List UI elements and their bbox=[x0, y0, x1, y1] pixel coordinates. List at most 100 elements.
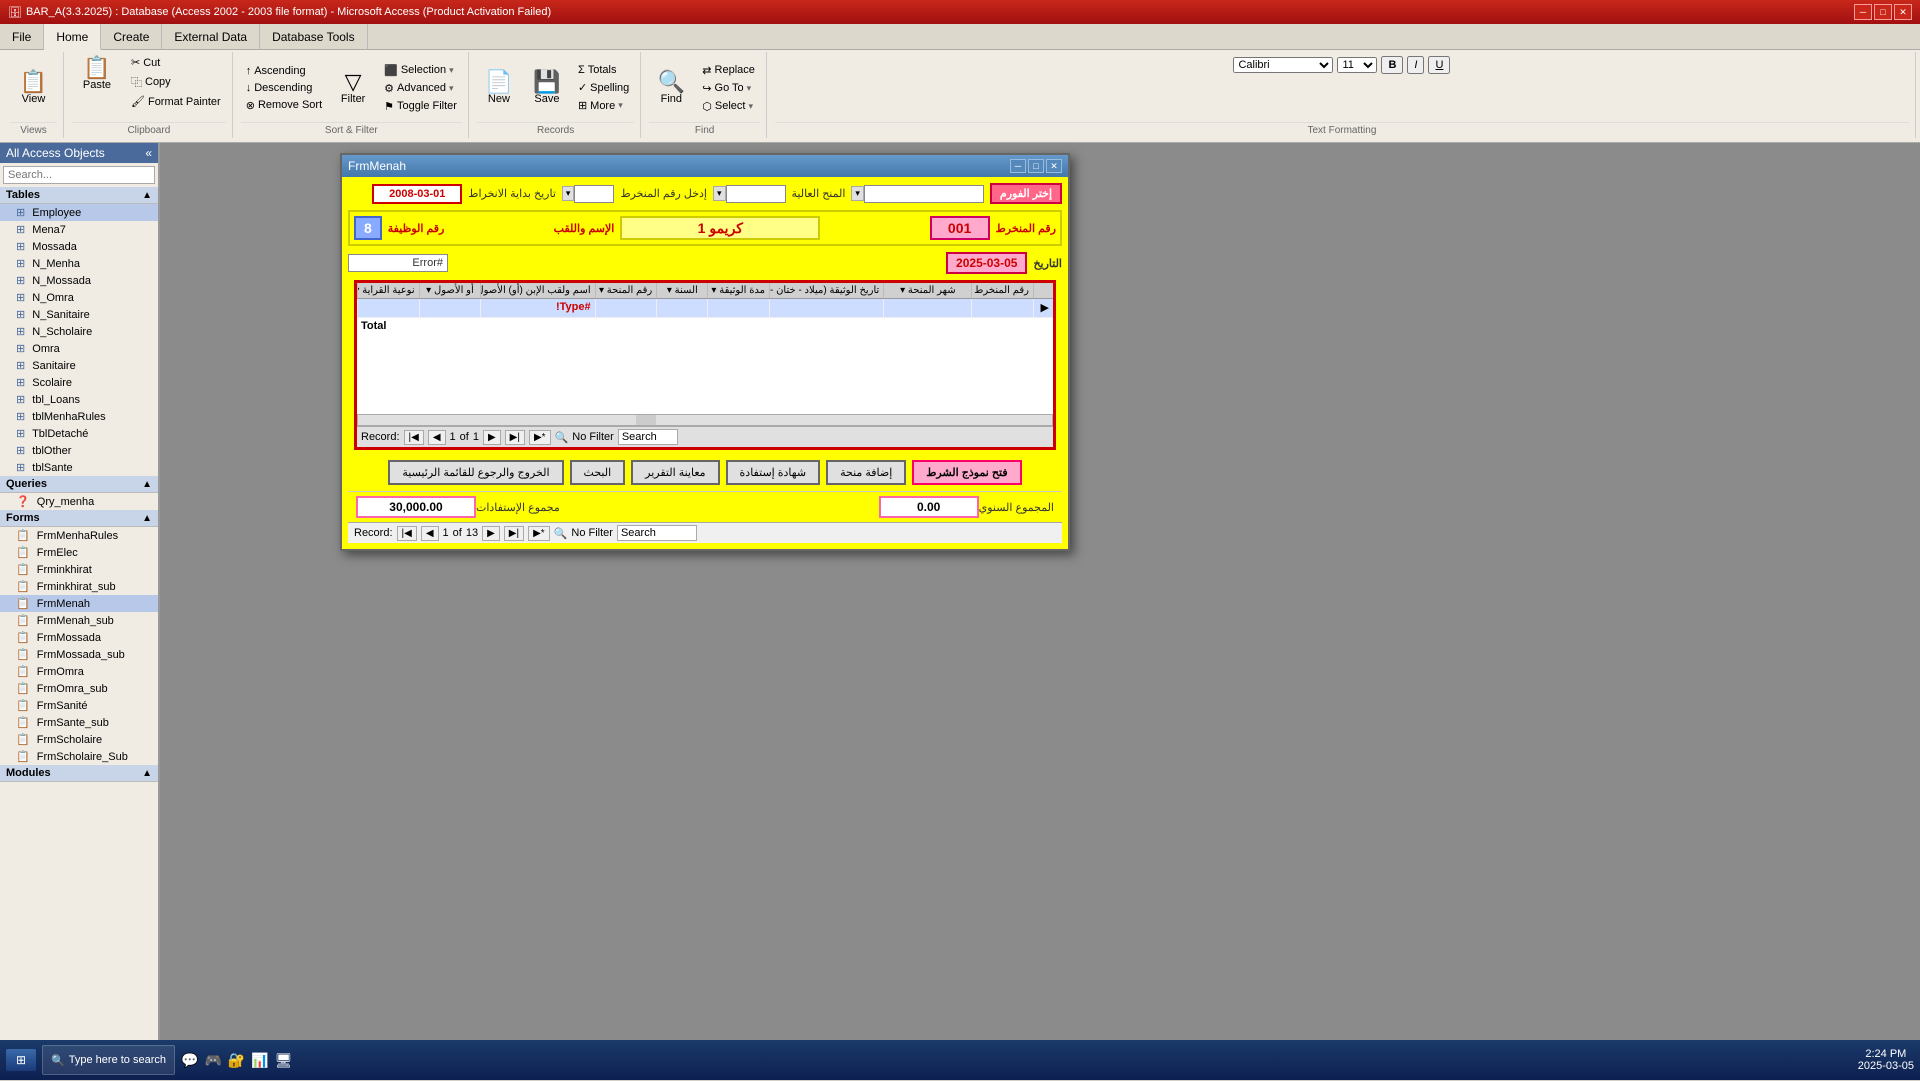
goto-button[interactable]: ↪ Go To ▾ bbox=[697, 80, 760, 97]
view-button[interactable]: 📋 View bbox=[12, 68, 56, 108]
nav-first-button[interactable]: |◀ bbox=[404, 430, 424, 445]
bottom-nav-last-button[interactable]: ▶| bbox=[504, 526, 524, 541]
nav-item-frmomra[interactable]: 📋 FrmOmra bbox=[0, 663, 158, 680]
section-header-tables[interactable]: Tables ▲ bbox=[0, 187, 158, 204]
filter-button[interactable]: ▽ Filter bbox=[331, 68, 375, 108]
nav-item-frm-menha-rules[interactable]: 📋 FrmMenhaRules bbox=[0, 527, 158, 544]
nav-item-qry-menha[interactable]: ❓ Qry_menha bbox=[0, 493, 158, 510]
remove-sort-button[interactable]: ⊗ Remove Sort bbox=[241, 97, 327, 114]
col-grant-num-sort-icon[interactable]: ▾ bbox=[599, 285, 604, 296]
tab-file[interactable]: File bbox=[0, 24, 44, 49]
col-year-sort-icon[interactable]: ▾ bbox=[667, 285, 672, 296]
bottom-nav-new-button[interactable]: ▶* bbox=[528, 526, 550, 541]
nav-item-mena7[interactable]: ⊞ Mena7 bbox=[0, 221, 158, 238]
search-taskbar[interactable]: 🔍 Type here to search bbox=[42, 1045, 175, 1075]
nav-item-frmmossada-sub[interactable]: 📋 FrmMossada_sub bbox=[0, 646, 158, 663]
font-select[interactable]: Calibri bbox=[1233, 57, 1333, 73]
nav-item-frmmenah[interactable]: 📋 FrmMenah bbox=[0, 595, 158, 612]
search-input[interactable] bbox=[3, 166, 155, 184]
more-button[interactable]: ⊞ More ▾ bbox=[573, 97, 634, 114]
add-grant-button[interactable]: إضافة منحة bbox=[826, 460, 906, 485]
nav-item-tbl-loans[interactable]: ⊞ tbl_Loans bbox=[0, 391, 158, 408]
taskbar-icon-3[interactable]: 🔐 bbox=[228, 1052, 245, 1069]
toggle-filter-button[interactable]: ⚑ Toggle Filter bbox=[379, 98, 462, 115]
bottom-search-input[interactable] bbox=[617, 525, 697, 541]
section-header-queries[interactable]: Queries ▲ bbox=[0, 476, 158, 493]
nav-item-frmmossada[interactable]: 📋 FrmMossada bbox=[0, 629, 158, 646]
taskbar-icon-1[interactable]: 💬 bbox=[181, 1052, 198, 1069]
report-button[interactable]: معاينة التقرير bbox=[631, 460, 719, 485]
col-month-sort-icon[interactable]: ▾ bbox=[900, 285, 905, 296]
paste-button[interactable]: 📋 Paste bbox=[72, 54, 122, 94]
nav-item-frmmenah-sub[interactable]: 📋 FrmMenah_sub bbox=[0, 612, 158, 629]
sum-total-input[interactable] bbox=[356, 496, 476, 518]
name-input[interactable] bbox=[620, 216, 820, 240]
error-input[interactable] bbox=[348, 254, 448, 272]
nav-item-frminkhirat[interactable]: 📋 Frminkhirat bbox=[0, 561, 158, 578]
date-start-input[interactable] bbox=[574, 185, 614, 203]
descending-button[interactable]: ↓ Descending bbox=[241, 80, 327, 96]
col-type-sort-icon[interactable]: ▾ bbox=[357, 285, 359, 296]
panel-collapse-icon[interactable]: « bbox=[145, 146, 152, 160]
bottom-nav-first-button[interactable]: |◀ bbox=[397, 526, 417, 541]
start-button[interactable]: ⊞ bbox=[6, 1049, 36, 1071]
nav-item-omra[interactable]: ⊞ Omra bbox=[0, 340, 158, 357]
copy-button[interactable]: ⿻ Copy bbox=[126, 72, 226, 92]
tab-home[interactable]: Home bbox=[44, 24, 101, 50]
replace-button[interactable]: ⇄ Replace bbox=[697, 62, 760, 79]
bold-button[interactable]: B bbox=[1381, 56, 1403, 74]
taskbar-icon-5[interactable]: 🖥 bbox=[275, 1052, 293, 1069]
employee-num-input[interactable] bbox=[726, 185, 786, 203]
nav-last-button[interactable]: ▶| bbox=[505, 430, 525, 445]
form-minimize-button[interactable]: ─ bbox=[1010, 159, 1026, 173]
minimize-button[interactable]: ─ bbox=[1854, 4, 1872, 20]
font-size-select[interactable]: 11 bbox=[1337, 57, 1377, 73]
grant-combo-arrow[interactable]: ▾ bbox=[851, 186, 864, 201]
nav-item-tbl-sante[interactable]: ⊞ tblSante bbox=[0, 459, 158, 476]
select-button[interactable]: ⬡ Select ▾ bbox=[697, 98, 760, 115]
nav-item-frmomra-sub[interactable]: 📋 FrmOmra_sub bbox=[0, 680, 158, 697]
nav-item-tbl-other[interactable]: ⊞ tblOther bbox=[0, 442, 158, 459]
nav-new-button[interactable]: ▶* bbox=[529, 430, 551, 445]
new-button[interactable]: 📄 New bbox=[477, 68, 521, 108]
selection-button[interactable]: ⬛ Selection ▾ bbox=[379, 62, 462, 79]
nav-item-tbl-menha-rules[interactable]: ⊞ tblMenhaRules bbox=[0, 408, 158, 425]
form-close-button[interactable]: ✕ bbox=[1046, 159, 1062, 173]
nav-item-n-menha[interactable]: ⊞ N_Menha bbox=[0, 255, 158, 272]
nav-next-button[interactable]: ▶ bbox=[483, 430, 501, 445]
taskbar-icon-2[interactable]: 🎮 bbox=[204, 1052, 221, 1069]
nav-prev-button[interactable]: ◀ bbox=[428, 430, 446, 445]
nav-item-n-scholaire[interactable]: ⊞ N_Scholaire bbox=[0, 323, 158, 340]
exit-button[interactable]: الخروج والرجوع للقائمة الرئيسية bbox=[388, 460, 563, 485]
nav-item-tbl-detache[interactable]: ⊞ TblDetaché bbox=[0, 425, 158, 442]
nav-item-n-omra[interactable]: ⊞ N_Omra bbox=[0, 289, 158, 306]
tab-create[interactable]: Create bbox=[101, 24, 162, 49]
form-maximize-button[interactable]: □ bbox=[1028, 159, 1044, 173]
nav-item-employee[interactable]: ⊞ Employee bbox=[0, 204, 158, 221]
format-painter-button[interactable]: 🖌 Format Painter bbox=[126, 93, 226, 110]
close-button[interactable]: ✕ bbox=[1894, 4, 1912, 20]
certificate-button[interactable]: شهادة إستفادة bbox=[726, 460, 821, 485]
col-duration-sort-icon[interactable]: ▾ bbox=[711, 285, 716, 296]
nav-item-sanitaire[interactable]: ⊞ Sanitaire bbox=[0, 357, 158, 374]
nav-item-frmsante[interactable]: 📋 FrmSanité bbox=[0, 697, 158, 714]
cut-button[interactable]: ✂ Cut bbox=[126, 54, 226, 71]
date-start-arrow[interactable]: ▾ bbox=[562, 186, 575, 201]
search-button[interactable]: البحث bbox=[570, 460, 626, 485]
nav-item-mossada[interactable]: ⊞ Mossada bbox=[0, 238, 158, 255]
nav-item-frmsante-sub[interactable]: 📋 FrmSante_sub bbox=[0, 714, 158, 731]
underline-button[interactable]: U bbox=[1428, 56, 1450, 74]
spelling-button[interactable]: ✓ Spelling bbox=[573, 79, 634, 96]
form-select-button[interactable]: إختر الفورم bbox=[990, 183, 1062, 204]
ascending-button[interactable]: ↑ Ascending bbox=[241, 63, 327, 79]
annual-total-input[interactable] bbox=[879, 496, 979, 518]
subform-search-input[interactable] bbox=[618, 429, 678, 445]
open-form-button[interactable]: فتح نموذج الشرط bbox=[912, 460, 1021, 485]
member-num-input[interactable] bbox=[930, 216, 990, 240]
tab-database-tools[interactable]: Database Tools bbox=[260, 24, 368, 49]
totals-button[interactable]: Σ Totals bbox=[573, 62, 634, 78]
maximize-button[interactable]: □ bbox=[1874, 4, 1892, 20]
bottom-nav-next-button[interactable]: ▶ bbox=[482, 526, 500, 541]
nav-item-frmscholaire-sub[interactable]: 📋 FrmScholaire_Sub bbox=[0, 748, 158, 765]
advanced-button[interactable]: ⚙ Advanced ▾ bbox=[379, 80, 462, 97]
